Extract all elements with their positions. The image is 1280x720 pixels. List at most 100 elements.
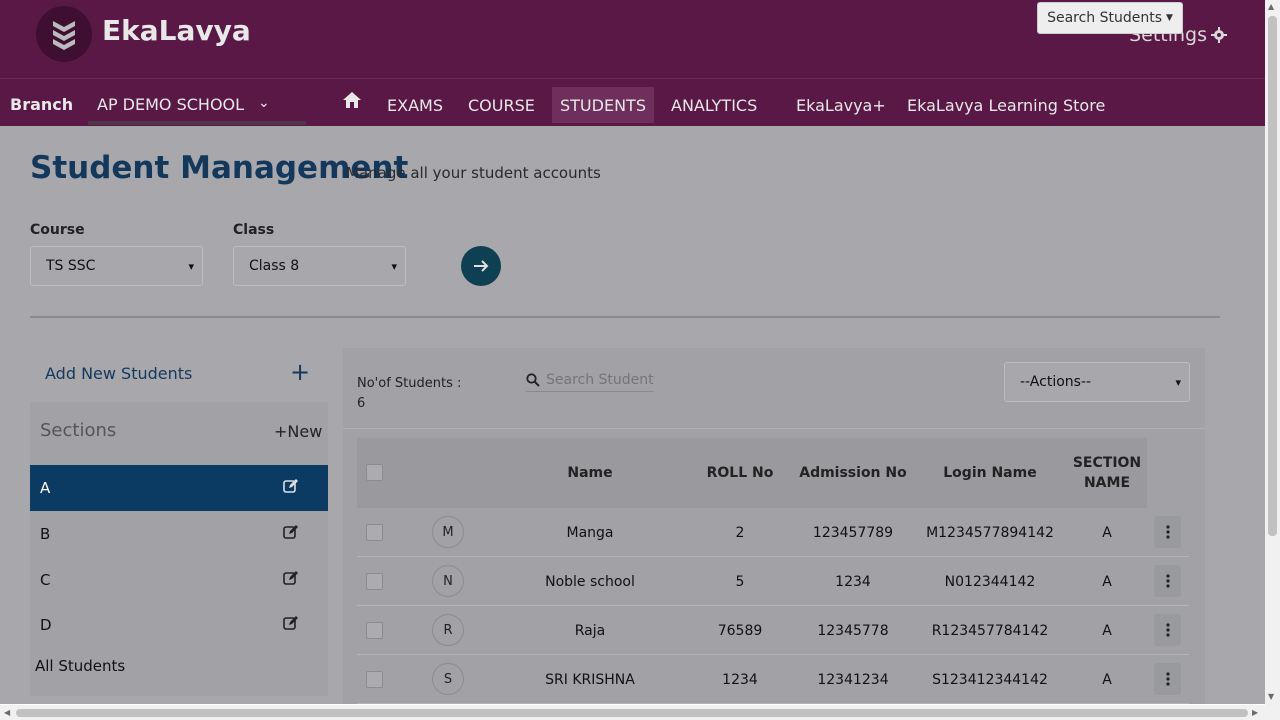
column-header-section-line1: SECTION — [1072, 455, 1142, 471]
table-row: R Raja 76589 12345778 R123457784142 A — [357, 606, 1189, 655]
horizontal-scrollbar[interactable]: ◀ ▶ — [0, 705, 1265, 720]
row-menu-button[interactable] — [1154, 614, 1181, 646]
scroll-left-arrow-icon[interactable]: ◀ — [4, 708, 10, 717]
horizontal-scroll-thumb[interactable] — [16, 709, 1248, 717]
chevron-down-icon: ▾ — [391, 259, 397, 273]
nav-ekalavya-plus[interactable]: EkaLavya+ — [788, 87, 894, 123]
student-login: R123457784142 — [931, 622, 1049, 639]
student-login: M1234577894142 — [926, 524, 1054, 541]
course-select[interactable]: TS SSC ▾ — [30, 246, 203, 286]
nav-learning-store[interactable]: EkaLavya Learning Store — [899, 87, 1113, 123]
branch-select[interactable]: AP DEMO SCHOOL — [97, 95, 244, 114]
student-roll: 1234 — [722, 671, 758, 688]
row-checkbox[interactable] — [366, 524, 383, 541]
student-count: No'of Students : 6 — [357, 374, 461, 414]
row-menu-button[interactable] — [1154, 516, 1181, 548]
row-checkbox[interactable] — [366, 573, 383, 590]
scroll-down-arrow-icon[interactable]: ▼ — [1268, 692, 1274, 701]
row-checkbox[interactable] — [366, 671, 383, 688]
kebab-menu-icon — [1165, 574, 1170, 588]
table-row: M Manga 2 123457789 M1234577894142 A — [357, 508, 1189, 557]
top-header: EkaLavya Settings Search Students ▼ — [0, 0, 1265, 78]
table-row: S SRI KRISHNA 1234 12341234 S12341234414… — [357, 655, 1189, 704]
vertical-scrollbar[interactable]: ▲ ▼ — [1265, 0, 1280, 705]
main-nav: Branch AP DEMO SCHOOL ⌄ EXAMS COURSE STU… — [0, 78, 1265, 126]
student-admission: 123457789 — [812, 524, 894, 541]
edit-icon[interactable] — [283, 524, 299, 544]
student-roll: 76589 — [717, 622, 763, 639]
student-search — [526, 368, 654, 392]
column-header-name[interactable]: Name — [517, 438, 663, 508]
student-admission: 12345778 — [817, 622, 889, 639]
gear-icon — [1211, 27, 1227, 43]
column-header-roll[interactable]: ROLL No — [687, 438, 793, 508]
all-students-link[interactable]: All Students — [35, 657, 125, 675]
student-login: S123412344142 — [932, 671, 1048, 688]
student-admission: 1234 — [835, 573, 871, 590]
nav-students[interactable]: STUDENTS — [552, 87, 654, 123]
row-menu-button[interactable] — [1154, 565, 1181, 597]
actions-select-value: --Actions-- — [1020, 374, 1092, 390]
chevrons-logo-icon — [53, 21, 75, 50]
column-header-section-line2: NAME — [1083, 475, 1131, 491]
column-header-admission[interactable]: Admission No — [793, 438, 913, 508]
student-admission: 12341234 — [817, 671, 889, 688]
avatar: M — [432, 516, 464, 548]
column-header-login[interactable]: Login Name — [923, 438, 1057, 508]
branch-label: Branch — [10, 95, 74, 114]
course-select-value: TS SSC — [46, 258, 96, 274]
brand-name: EkaLavya — [102, 14, 251, 47]
student-section: A — [1102, 671, 1112, 688]
logo[interactable] — [36, 6, 92, 62]
chevron-down-icon: ▾ — [188, 259, 194, 273]
row-menu-button[interactable] — [1154, 663, 1181, 695]
home-icon[interactable] — [343, 92, 361, 112]
section-item-c[interactable]: C — [30, 557, 328, 603]
search-students-label: Search Students — [1047, 10, 1163, 26]
search-students-input[interactable] — [546, 371, 654, 388]
column-header-section[interactable]: SECTION NAME — [1067, 438, 1147, 508]
sections-panel: Add New Students + Sections +New A B C D — [30, 348, 328, 696]
search-students-button[interactable]: Search Students ▼ — [1037, 2, 1183, 34]
section-name: C — [40, 571, 51, 589]
table-row: N Noble school 5 1234 N012344142 A — [357, 557, 1189, 606]
avatar: S — [432, 663, 464, 695]
student-section: A — [1102, 622, 1112, 639]
chevron-down-icon[interactable]: ⌄ — [258, 95, 270, 111]
kebab-menu-icon — [1165, 525, 1170, 539]
section-item-d[interactable]: D — [30, 602, 328, 648]
caret-down-icon: ▼ — [1166, 13, 1173, 23]
student-count-label: No'of Students : — [357, 376, 462, 391]
divider — [30, 316, 1220, 318]
kebab-menu-icon — [1165, 623, 1170, 637]
vertical-scroll-thumb[interactable] — [1268, 16, 1277, 536]
section-item-b[interactable]: B — [30, 511, 328, 557]
section-item-a[interactable]: A — [30, 465, 328, 511]
nav-analytics[interactable]: ANALYTICS — [663, 87, 765, 123]
scroll-right-arrow-icon[interactable]: ▶ — [1252, 708, 1258, 717]
section-name: A — [40, 479, 51, 497]
student-name: Raja — [574, 622, 606, 639]
divider — [343, 428, 1205, 429]
chevron-down-icon: ▾ — [1175, 375, 1181, 389]
edit-icon[interactable] — [283, 615, 299, 635]
nav-exams[interactable]: EXAMS — [379, 87, 451, 123]
edit-icon[interactable] — [283, 478, 299, 498]
row-checkbox[interactable] — [366, 622, 383, 639]
go-button[interactable] — [461, 246, 501, 286]
class-select[interactable]: Class 8 ▾ — [233, 246, 406, 286]
class-select-value: Class 8 — [249, 258, 300, 274]
add-new-students-button[interactable]: Add New Students + — [30, 348, 328, 402]
student-roll: 5 — [735, 573, 745, 590]
edit-icon[interactable] — [283, 570, 299, 590]
student-name: Manga — [566, 524, 614, 541]
student-section: A — [1102, 573, 1112, 590]
scroll-up-arrow-icon[interactable]: ▲ — [1268, 2, 1274, 11]
nav-course[interactable]: COURSE — [460, 87, 543, 123]
student-login: N012344142 — [944, 573, 1036, 590]
select-all-checkbox[interactable] — [366, 464, 383, 481]
new-section-button[interactable]: +New — [274, 422, 322, 441]
actions-select[interactable]: --Actions-- ▾ — [1004, 362, 1190, 402]
section-name: B — [40, 525, 51, 543]
branch-select-underline — [88, 121, 306, 125]
